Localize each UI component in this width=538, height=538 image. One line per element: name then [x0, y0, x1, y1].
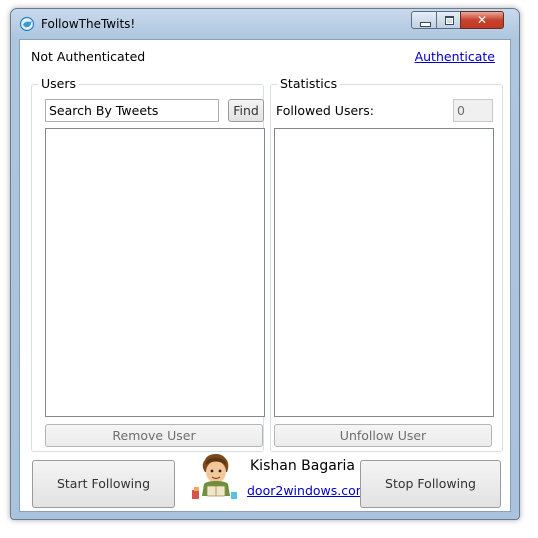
statistics-group: Statistics Followed Users: Unfollow User [270, 76, 503, 452]
remove-user-button[interactable]: Remove User [45, 424, 263, 447]
followed-users-label: Followed Users: [276, 103, 375, 118]
main-panel: Not Authenticated Authenticate Users Fin… [19, 39, 511, 512]
auth-status-label: Not Authenticated [31, 49, 146, 64]
title-bar[interactable]: FollowTheTwits! ✕ [11, 9, 519, 39]
close-button[interactable]: ✕ [460, 11, 504, 29]
window-title: FollowTheTwits! [41, 17, 136, 31]
bird-icon [19, 16, 35, 32]
author-website-link[interactable]: door2windows.com [247, 483, 368, 498]
maximize-button[interactable] [436, 11, 461, 29]
followed-users-count [453, 99, 493, 122]
users-listbox[interactable] [45, 128, 265, 417]
users-group: Users Find Remove User [31, 76, 265, 452]
authenticate-link[interactable]: Authenticate [415, 49, 495, 64]
users-group-title: Users [38, 76, 80, 91]
close-icon: ✕ [476, 13, 488, 27]
followed-users-listbox[interactable] [274, 128, 494, 417]
find-button[interactable]: Find [228, 99, 264, 122]
search-input[interactable] [45, 99, 219, 122]
author-name: Kishan Bagaria [250, 458, 356, 474]
stop-following-button[interactable]: Stop Following [360, 460, 501, 508]
minimize-button[interactable] [411, 11, 437, 29]
statistics-group-title: Statistics [277, 76, 341, 91]
app-window: FollowTheTwits! ✕ Not Authenticated Auth… [10, 8, 520, 520]
avatar-icon [192, 454, 237, 499]
start-following-button[interactable]: Start Following [32, 460, 175, 508]
unfollow-user-button[interactable]: Unfollow User [274, 424, 492, 447]
